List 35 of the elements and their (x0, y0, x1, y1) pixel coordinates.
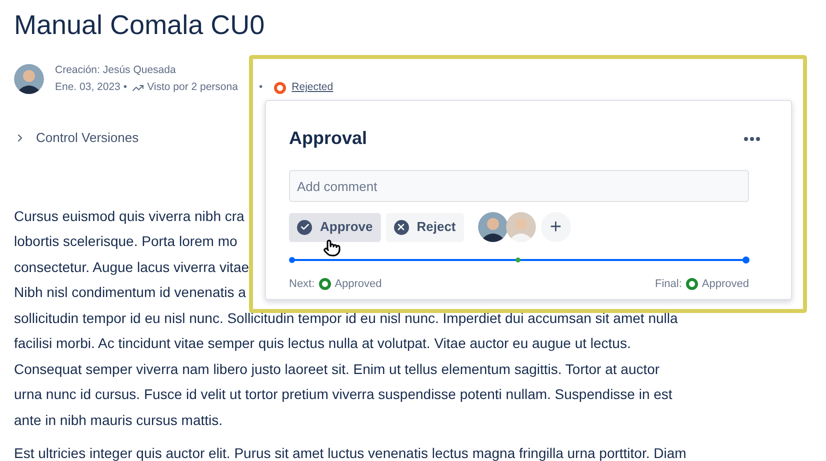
hand-cursor-icon (323, 239, 341, 257)
body-text-line: Consequat semper viverra nam libero justo laoreet sit. Enim ut tellus elementum sagittis. Tortor at auctor (14, 360, 660, 379)
next-label: Next: (289, 277, 315, 292)
comment-input[interactable]: Add comment (289, 170, 749, 202)
expander-toggle[interactable]: Control Versiones (14, 128, 139, 148)
reject-button[interactable]: Reject (386, 212, 464, 242)
body-text-line: Nibh nisl condimentum id venenatis a (14, 283, 246, 302)
separator-dot: • (258, 80, 263, 95)
approve-button[interactable]: Approve (289, 212, 381, 242)
body-text-line: facilisi morbi. Ac tincidunt vitae semper quis lectus nulla at volutpat. Vitae auctor eu augue ut lectus. (14, 334, 631, 353)
status-link[interactable]: Rejected (292, 79, 334, 96)
body-text-line: lobortis scelerisque. Porta lorem mo (14, 232, 238, 251)
body-text-line: sollicitudin tempor id eu nisl nunc. Sollicitudin tempor id eu nisl nunc. Imperdiet dui accumsan sit amet nulla (14, 308, 678, 328)
check-icon (297, 220, 312, 234)
next-state: Approved (334, 277, 382, 292)
more-icon (744, 136, 760, 140)
separator-dot: • (123, 80, 128, 95)
body-text-line: consectetur. Augue lacus viverra vitae (14, 258, 250, 277)
body-text-line: ante in nibh mauris cursus mattis. (14, 410, 223, 430)
final-state: Approved (702, 277, 749, 292)
avatar-icon (478, 212, 508, 242)
body-text-line: Cursus euismod quis viverra nibh cra (14, 206, 244, 226)
page-title: Manual Comala CU0 (14, 9, 266, 42)
final-label: Final: (655, 277, 682, 292)
avatar-icon (506, 212, 536, 242)
views-text: Visto por 2 persona (147, 80, 238, 95)
card-title: Approval (289, 127, 368, 150)
close-icon (394, 220, 409, 234)
add-reviewer-button[interactable]: + (540, 212, 571, 242)
avatar-icon (14, 64, 44, 94)
date-text: Ene. 03, 2023 (55, 80, 120, 95)
body-text-line: Est ultricies integer quis auctor elit. Purus sit amet luctus venenatis lectus magna fringilla urna porttitor. Diam (14, 444, 686, 461)
body-text-line: urna nunc id cursus. Fusce id velit ut tortor pretium viverra suspendisse potenti nullam. Suspendisse in est (14, 385, 672, 404)
author-text: Creación: Jesús Quesada (55, 63, 177, 78)
more-button[interactable] (744, 136, 760, 140)
